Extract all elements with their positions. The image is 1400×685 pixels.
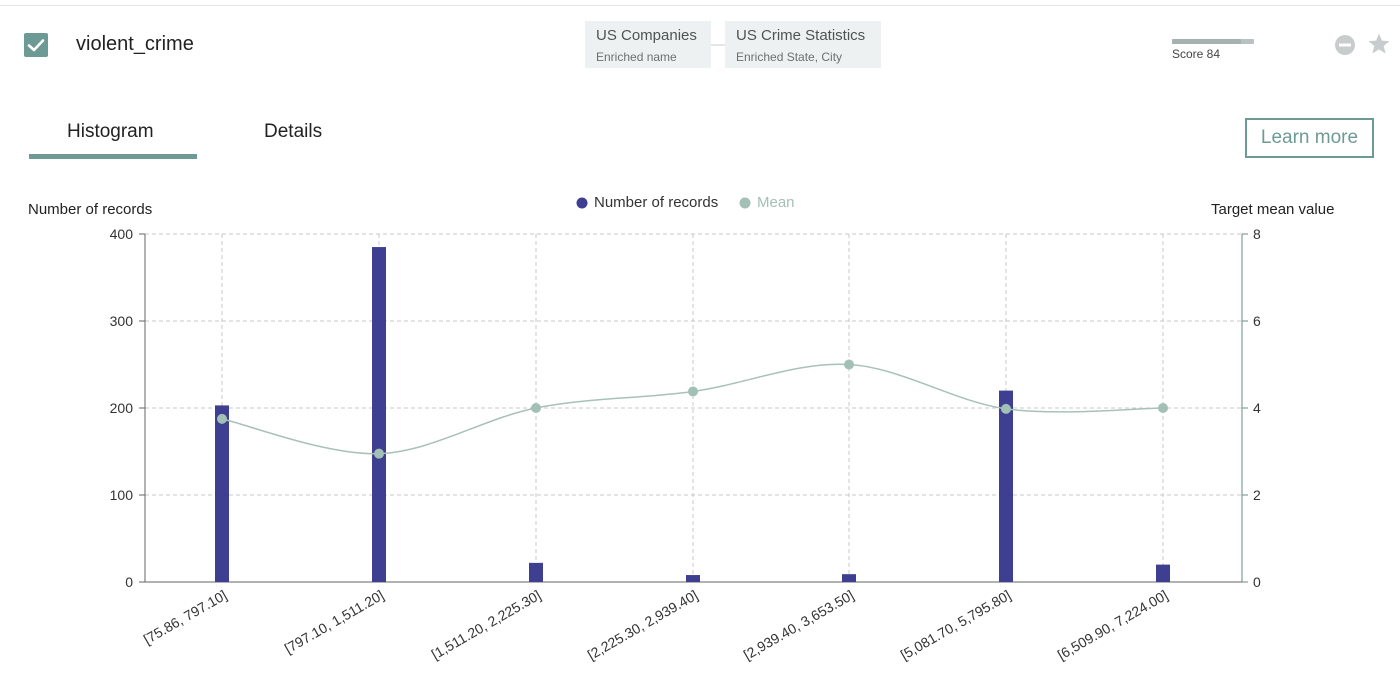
x-tick-label: [2,939.40, 3,653.50] <box>741 587 857 663</box>
bar <box>999 390 1013 582</box>
bar <box>215 405 229 582</box>
y-tick-label-right: 6 <box>1253 313 1261 329</box>
y-tick-label-right: 2 <box>1253 487 1261 503</box>
bar <box>1156 564 1170 582</box>
mean-point <box>688 386 698 397</box>
legend-marker-mean <box>739 197 751 209</box>
y-tick-label-left: 0 <box>125 574 133 590</box>
bar <box>842 574 856 582</box>
y-tick-label-left: 100 <box>110 487 134 503</box>
y-tick-label-left: 400 <box>110 226 134 242</box>
legend-marker-number-of-records <box>576 197 588 209</box>
mean-point <box>844 359 854 370</box>
mean-point <box>374 448 384 459</box>
x-tick-label: [6,509.90, 7,224.00] <box>1055 587 1171 663</box>
y-tick-label-right: 4 <box>1253 400 1261 416</box>
mean-point <box>217 413 227 424</box>
mean-point <box>1158 403 1168 413</box>
bar <box>686 575 700 582</box>
histogram-chart: 0 100 200 300 400 0 2 4 6 8 [75.86, 797.10] [797.10… <box>110 194 1261 663</box>
y-tick-label-right: 0 <box>1253 574 1261 590</box>
mean-point <box>531 403 541 413</box>
x-tick-label: [75.86, 797.10] <box>141 587 230 648</box>
y-tick-label-right: 8 <box>1253 226 1261 242</box>
legend-label-number-of-records: Number of records <box>594 194 718 211</box>
legend-label-mean: Mean <box>757 194 795 211</box>
x-tick-label: [2,225.30, 2,939.40] <box>585 587 701 663</box>
x-tick-label: [797.10, 1,511.20] <box>282 587 387 657</box>
mean-point <box>1001 403 1011 414</box>
x-tick-label: [1,511.20, 2,225.30] <box>429 587 544 663</box>
y-tick-label-left: 200 <box>110 400 134 416</box>
y-tick-label-left: 300 <box>110 313 134 329</box>
bar <box>372 247 386 583</box>
bar <box>529 562 543 582</box>
x-tick-label: [5,081.70, 5,795.80] <box>898 587 1014 663</box>
